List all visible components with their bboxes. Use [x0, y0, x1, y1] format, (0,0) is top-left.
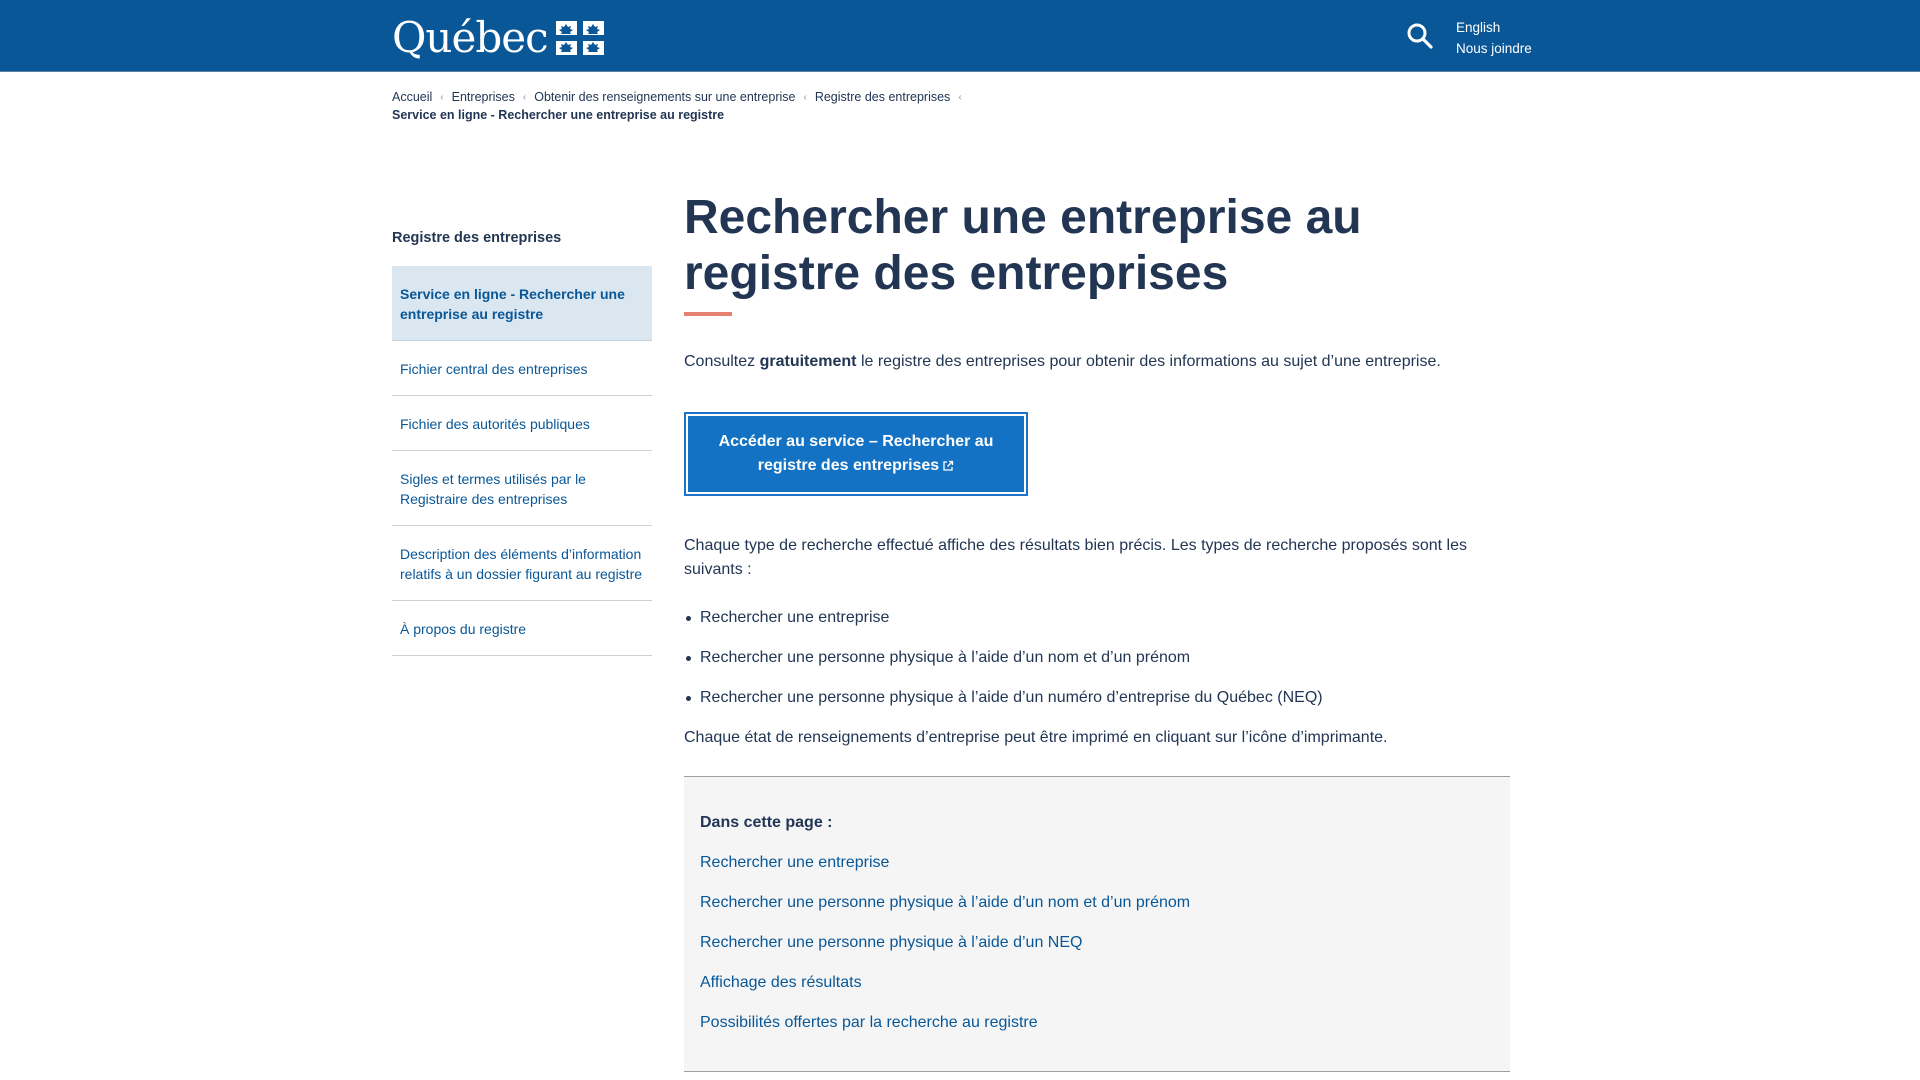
main-content: Rechercher une entreprise au registre de…: [684, 190, 1510, 1072]
breadcrumb-link-accueil[interactable]: Accueil: [392, 90, 432, 104]
page-title: Rechercher une entreprise au registre de…: [684, 191, 1362, 300]
breadcrumb-link-entreprises[interactable]: Entreprises: [452, 90, 515, 104]
site-header: Québec English Nous joindre: [0, 0, 1920, 72]
quebec-logo[interactable]: Québec: [392, 16, 604, 60]
contact-link[interactable]: Nous joindre: [1456, 38, 1532, 59]
cta-line-1: Accéder au service – Rechercher au: [718, 433, 994, 450]
cta-line-2: registre des entreprises: [757, 457, 940, 474]
print-paragraph: Chaque état de renseignements d’entrepri…: [684, 729, 1388, 746]
chevron-left-icon: ‹: [522, 91, 527, 103]
title-accent-bar: [684, 312, 732, 316]
list-item: Rechercher une personne physique à l’aid…: [684, 646, 1510, 670]
toc-link-rechercher-entreprise[interactable]: Rechercher une entreprise: [700, 851, 1494, 875]
intro-paragraph: Consultez gratuitement le registre des e…: [684, 350, 1510, 374]
chevron-left-icon: ‹: [803, 91, 807, 103]
sidebar-item-a-propos[interactable]: À propos du registre: [392, 601, 652, 656]
toc-link-neq[interactable]: Rechercher une personne physique à l’aid…: [700, 931, 1494, 955]
header-links: English Nous joindre: [1456, 17, 1532, 59]
toc-link-nom-prenom[interactable]: Rechercher une personne physique à l’aid…: [700, 891, 1494, 915]
external-link-icon: [943, 460, 954, 471]
list-item: Rechercher une entreprise: [684, 606, 1510, 630]
access-service-button-inner[interactable]: Accéder au service – Rechercher au regis…: [688, 416, 1024, 492]
quebec-flag-icon: [555, 21, 604, 55]
in-this-page-box: Dans cette page : Rechercher une entrepr…: [684, 776, 1510, 1072]
breadcrumb-current: Service en ligne - Rechercher une entrep…: [392, 108, 725, 122]
cta-line-2-wrap: registre des entreprises: [758, 454, 954, 478]
sidebar-item-autorites-publiques[interactable]: Fichier des autorités publiques: [392, 396, 652, 451]
toc-link-possibilites[interactable]: Possibilités offertes par la recherche a…: [700, 1011, 1494, 1035]
toc-link-affichage-resultats[interactable]: Affichage des résultats: [700, 971, 1494, 995]
chevron-left-icon: ‹: [958, 91, 962, 103]
sidebar-item-sigles-termes[interactable]: Sigles et termes utilisés par le Registr…: [392, 451, 652, 526]
list-item: Rechercher une personne physique à l’aid…: [684, 686, 1510, 710]
breadcrumb-link-registre[interactable]: Registre des entreprises: [815, 90, 950, 104]
sidebar-nav: Service en ligne - Rechercher une entrep…: [392, 266, 652, 656]
search-types-list: Rechercher une entreprise Rechercher une…: [684, 606, 1510, 710]
english-link[interactable]: English: [1456, 17, 1532, 38]
breadcrumb-link-renseignements[interactable]: Obtenir des renseignements sur une entre…: [534, 90, 795, 104]
sidebar-item-fichier-central[interactable]: Fichier central des entreprises: [392, 341, 652, 396]
breadcrumb: Accueil ‹ Entreprises ‹ Obtenir des rens…: [392, 88, 1492, 124]
sidebar-title: Registre des entreprises: [392, 230, 562, 246]
toc-title: Dans cette page :: [700, 814, 833, 831]
chevron-left-icon: ‹: [440, 91, 444, 103]
intro-text-start: Consultez: [684, 353, 760, 370]
access-service-button[interactable]: Accéder au service – Rechercher au regis…: [684, 412, 1028, 496]
intro-text-end: le registre des entreprises pour obtenir…: [856, 353, 1441, 370]
intro-bold: gratuitement: [759, 353, 857, 370]
search-types-paragraph: Chaque type de recherche effectué affich…: [684, 537, 1467, 578]
search-icon[interactable]: [1406, 22, 1434, 50]
sidebar-item-service-en-ligne[interactable]: Service en ligne - Rechercher une entrep…: [392, 266, 652, 341]
breadcrumb-row: Accueil ‹ Entreprises ‹ Obtenir des rens…: [392, 88, 1492, 106]
logo-text: Québec: [392, 13, 549, 62]
sidebar-item-description-elements[interactable]: Description des éléments d’information r…: [392, 526, 652, 601]
